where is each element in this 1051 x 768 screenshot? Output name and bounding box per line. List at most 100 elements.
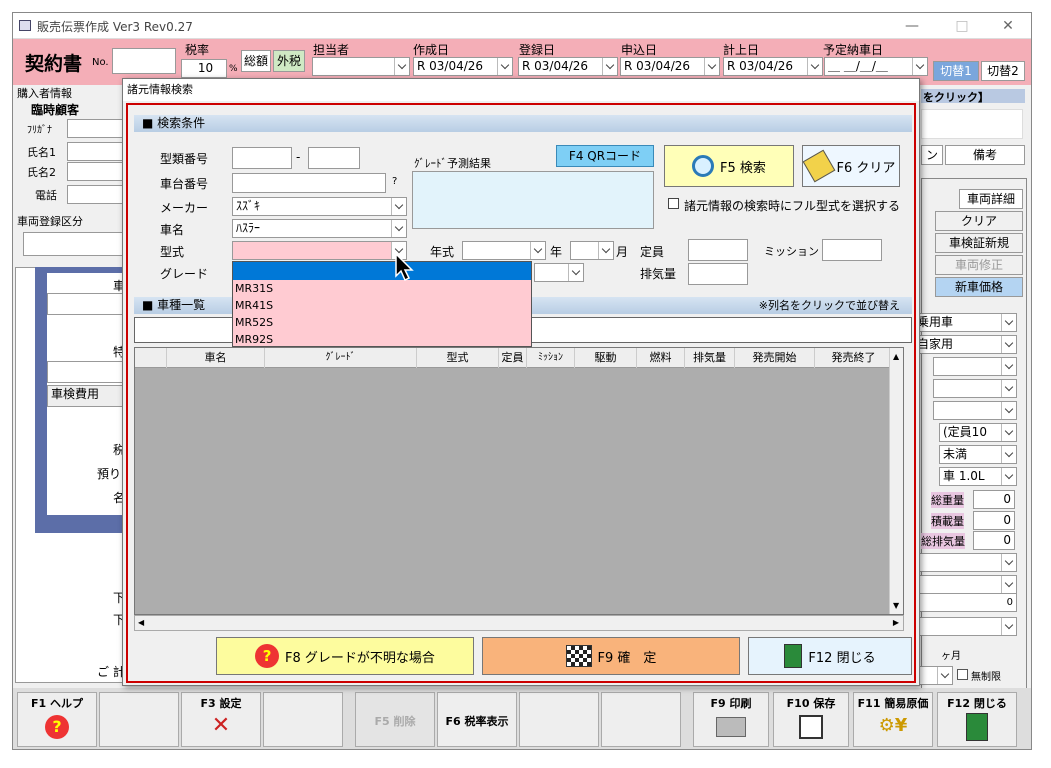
grid-header: 車名 ｸﾞﾚｰﾄﾞ 型式 定員 ﾐｯｼｮﾝ 駆動 燃料 排気量 発売開始 発売終… [135,348,903,368]
switch1-button[interactable]: 切替1 [933,61,979,81]
contract-no-field[interactable] [112,48,176,74]
clear-button[interactable]: クリア [935,211,1023,231]
col-release-end[interactable]: 発売終了 [815,348,893,368]
help-icon: ? [45,715,69,739]
qr-code-button[interactable]: F4 QRコード [556,145,654,167]
select-8[interactable] [913,617,1017,636]
type-option[interactable]: MR41S [233,297,531,314]
new-car-price-button[interactable]: 新車価格 [935,277,1023,297]
use-select-2[interactable]: 自家用 [913,335,1017,354]
vertical-scrollbar[interactable]: ▲ ▼ [889,348,903,614]
close-button[interactable]: ✕ [985,13,1031,39]
carname-select[interactable]: ﾊｽﾗｰ [232,219,407,238]
applied-date-field[interactable]: R 03/04/26 [620,57,720,76]
gross-weight-field[interactable]: 0 [973,490,1015,509]
f11-cost-button[interactable]: F11 簡易原価 ⚙¥ [853,692,933,747]
phone-field[interactable] [67,185,123,204]
model-no-field-2[interactable] [308,147,360,169]
name2-field[interactable] [67,162,123,181]
col-capacity[interactable]: 定員 [499,348,527,368]
switch2-button[interactable]: 切替2 [981,61,1025,81]
f5-delete-button[interactable]: F5 削除 [355,692,435,747]
engine-select[interactable]: 車 1.0L [939,467,1017,486]
mission-field[interactable] [822,239,882,261]
select-5[interactable] [933,401,1017,420]
col-mission[interactable]: ﾐｯｼｮﾝ [527,348,575,368]
f8-grade-unknown-button[interactable]: ? F8 グレードが不明な場合 [216,637,474,675]
unlimited-checkbox[interactable] [957,669,968,680]
name1-field[interactable] [67,142,123,161]
total-displacement-field[interactable]: 0 [973,531,1015,550]
select-7[interactable] [913,575,1017,594]
horizontal-scrollbar[interactable]: ◀ ▶ [134,615,904,631]
tax-incl-button[interactable]: 総額 [241,50,271,72]
f12-close-dialog-button[interactable]: F12 閉じる [748,637,912,675]
use-select-1[interactable]: 乗用車 [913,313,1017,332]
scroll-left-icon[interactable]: ◀ [138,618,144,627]
col-release-start[interactable]: 発売開始 [735,348,815,368]
year-select[interactable] [462,241,546,260]
col-grade[interactable]: ｸﾞﾚｰﾄﾞ [265,348,417,368]
chassis-field[interactable] [232,173,386,193]
fullmodel-checkbox[interactable] [668,198,679,209]
search-button[interactable]: F5 検索 [664,145,794,187]
type-option[interactable]: MR92S [233,331,531,348]
col-carname[interactable]: 車名 [167,348,265,368]
registered-date-field[interactable]: R 03/04/26 [518,57,618,76]
col-type[interactable]: 型式 [417,348,499,368]
f6-tax-display-button[interactable]: F6 税率表示 [437,692,517,747]
col-fuel[interactable]: 燃料 [637,348,685,368]
type-option[interactable]: MR31S [233,280,531,297]
f12-close-button[interactable]: F12 閉じる [937,692,1017,747]
scroll-up-icon[interactable]: ▲ [893,352,899,361]
booked-date-field[interactable]: R 03/04/26 [723,57,823,76]
capacity-field[interactable] [688,239,748,261]
f9-confirm-button[interactable]: F9 確 定 [482,637,740,675]
col-displacement[interactable]: 排気量 [685,348,735,368]
select-6[interactable] [913,553,1017,572]
f3-settings-button[interactable]: F3 設定 ✕ [181,692,261,747]
help-icon: ? [255,644,280,668]
year-unit: 年 [550,245,563,259]
type-option-blank[interactable] [233,262,531,280]
under-select[interactable]: 未満 [939,445,1017,464]
seat-select[interactable]: (定員10 [939,423,1017,442]
temp-customer-radio[interactable]: 臨時顧客 [31,101,79,118]
tax-excl-button[interactable]: 外税 [273,50,305,72]
f10-save-button[interactable]: F10 保存 [773,692,849,747]
scroll-down-icon[interactable]: ▼ [893,601,899,610]
chevron-down-icon [1001,468,1016,485]
f1-help-button[interactable]: F1 ヘルプ ? [17,692,97,747]
furigana-field[interactable] [67,119,123,138]
maximize-button[interactable]: □ [939,13,985,39]
model-no-field-1[interactable] [232,147,292,169]
type-select[interactable] [232,241,407,260]
grade-extra-select[interactable] [534,263,584,282]
select-4[interactable] [933,379,1017,398]
vehicle-modify-button[interactable]: 車両修正 [935,255,1023,275]
car-list-grid[interactable]: 車名 ｸﾞﾚｰﾄﾞ 型式 定員 ﾐｯｼｮﾝ 駆動 燃料 排気量 発売開始 発売終… [134,347,904,615]
f9-print-button[interactable]: F9 印刷 [693,692,769,747]
reg-class-field[interactable] [23,232,123,256]
load-weight-field[interactable]: 0 [973,511,1015,530]
n-button[interactable]: ン [921,145,943,165]
inspection-new-button[interactable]: 車検証新規 [935,233,1023,253]
clear-button[interactable]: F6 クリア [802,145,900,187]
car-field[interactable] [47,293,123,315]
month-select[interactable] [570,241,614,260]
vehicle-detail-button[interactable]: 車両詳細 [959,189,1023,209]
remarks-button[interactable]: 備考 [945,145,1025,165]
minimize-button[interactable]: — [889,13,935,39]
tax-rate-field[interactable]: 10 [181,59,227,78]
value-field[interactable]: 0 [913,593,1017,612]
delivery-date-field[interactable]: ＿ ＿/＿/＿ [824,57,928,76]
maker-select[interactable]: ｽｽﾞｷ [232,197,407,216]
type-option[interactable]: MR52S [233,314,531,331]
displacement-field[interactable] [688,263,748,285]
staff-select[interactable] [312,57,410,76]
col-drive[interactable]: 駆動 [575,348,637,368]
toku-field[interactable] [47,361,123,383]
select-3[interactable] [933,357,1017,376]
created-date-field[interactable]: R 03/04/26 [413,57,513,76]
scroll-right-icon[interactable]: ▶ [893,618,899,627]
